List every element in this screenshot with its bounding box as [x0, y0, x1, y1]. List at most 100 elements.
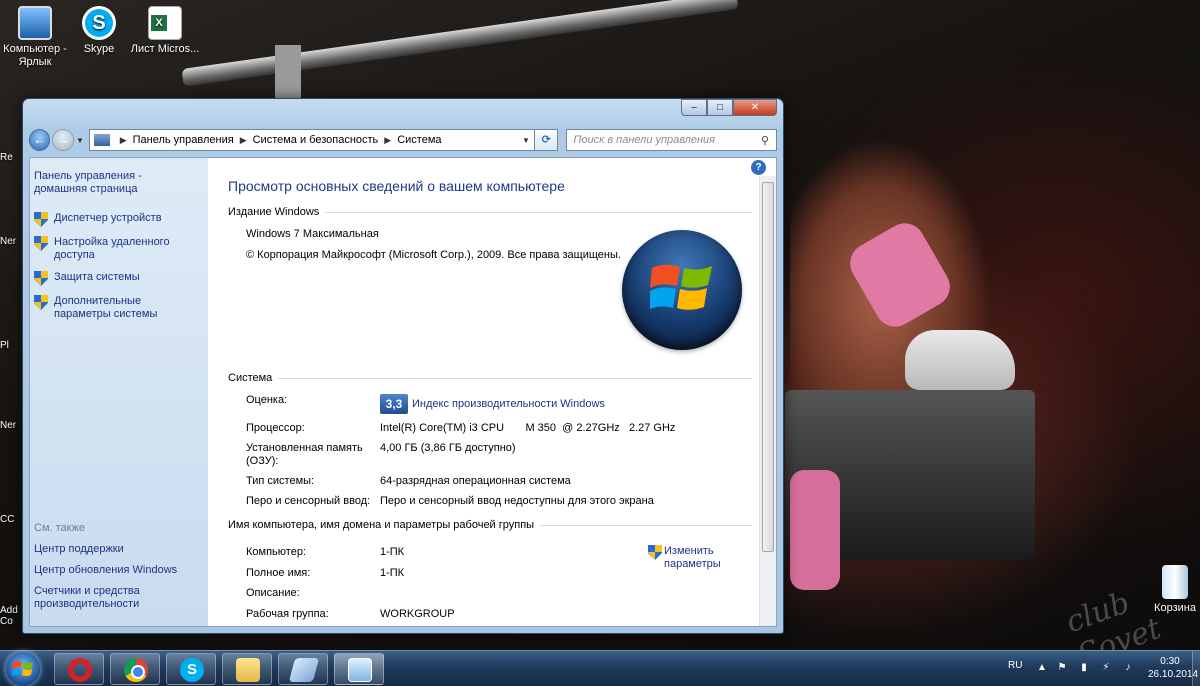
- sidebar-item-system-protection[interactable]: Защита системы: [34, 271, 198, 286]
- sidebar-home-link[interactable]: Панель управления - домашняя страница: [34, 170, 174, 196]
- taskbar-control-panel[interactable]: [334, 653, 384, 685]
- sidebar-item-label[interactable]: Дополнительные параметры системы: [54, 295, 198, 321]
- rating-label: Оценка:: [246, 394, 288, 406]
- wallpaper-shoe: [905, 330, 1015, 390]
- taskbar-chrome[interactable]: [110, 653, 160, 685]
- search-icon[interactable]: ⚲: [754, 134, 776, 147]
- see-also-title: См. также: [34, 522, 85, 534]
- recent-pages-dropdown[interactable]: ▼: [76, 136, 86, 145]
- desktop-icon-excel[interactable]: X Лист Micros...: [130, 6, 200, 56]
- cpu-value: Intel(R) Core(TM) i3 CPU M 350 @ 2.27GHz…: [380, 422, 676, 434]
- back-button[interactable]: ←: [29, 129, 51, 151]
- taskbar-explorer[interactable]: [222, 653, 272, 685]
- see-also-action-center[interactable]: Центр поддержки: [34, 543, 177, 556]
- computer-label: Компьютер:: [246, 546, 306, 558]
- scrollbar-thumb[interactable]: [762, 182, 774, 552]
- folder-icon: [236, 658, 260, 682]
- chrome-icon: [124, 658, 148, 682]
- ram-label: Установленная память (ОЗУ):: [246, 442, 363, 467]
- show-hidden-icons-chevron-up-icon[interactable]: ▲: [1036, 662, 1048, 674]
- control-panel-icon: [348, 658, 372, 682]
- sidebar: Панель управления - домашняя страница Ди…: [30, 158, 208, 626]
- skype-icon: S: [180, 658, 204, 682]
- close-button[interactable]: ✕: [733, 99, 777, 116]
- clock-date: 26.10.2014: [1148, 669, 1199, 680]
- uac-shield-icon: [34, 271, 48, 286]
- search-input[interactable]: Поиск в панели управления ⚲: [566, 129, 777, 151]
- clock-time: 0:30: [1160, 656, 1180, 667]
- action-center-flag-icon[interactable]: ⚑: [1056, 662, 1068, 674]
- main-panel: ? Просмотр основных сведений о вашем ком…: [208, 158, 776, 626]
- power-plug-icon[interactable]: ⚡: [1100, 662, 1112, 674]
- taskbar: S RU ▲ ⚑ ▮ ⚡ ♪ 0:30 26.10.2014: [0, 650, 1200, 686]
- chevron-right-icon[interactable]: ▶: [120, 135, 127, 146]
- edition-name: Windows 7 Максимальная: [246, 228, 379, 240]
- cpu-label: Процессор:: [246, 422, 305, 434]
- desktop-icon-skype[interactable]: S Skype: [64, 6, 134, 56]
- maximize-button[interactable]: □: [707, 99, 733, 116]
- desktop-icon-label: Компьютер - Ярлык: [3, 43, 67, 68]
- sidebar-item-remote-settings[interactable]: Настройка удаленного доступа: [34, 236, 198, 262]
- sidebar-item-label[interactable]: Настройка удаленного доступа: [54, 236, 174, 262]
- windows-logo-icon: [622, 230, 742, 350]
- uac-shield-icon: [34, 295, 48, 310]
- recycle-bin-icon: [1162, 565, 1188, 599]
- section-header-label: Издание Windows: [228, 206, 320, 218]
- desktop-icon-label: Корзина: [1154, 602, 1196, 614]
- see-also-windows-update[interactable]: Центр обновления Windows: [34, 564, 177, 577]
- sidebar-item-advanced-settings[interactable]: Дополнительные параметры системы: [34, 295, 198, 321]
- show-desktop-button[interactable]: [1192, 651, 1200, 686]
- chevron-right-icon[interactable]: ▶: [240, 135, 247, 146]
- section-header-label: Система: [228, 372, 273, 384]
- chevron-down-icon[interactable]: ▼: [518, 136, 534, 145]
- chevron-right-icon[interactable]: ▶: [384, 135, 391, 146]
- search-placeholder: Поиск в панели управления: [573, 134, 716, 146]
- full-name-value: 1-ПК: [380, 567, 405, 579]
- start-button[interactable]: [6, 652, 40, 686]
- control-panel-icon: [93, 134, 110, 146]
- pen-touch-label: Перо и сенсорный ввод:: [246, 495, 371, 507]
- performance-score-badge[interactable]: 3,3: [380, 394, 408, 414]
- volume-muted-icon[interactable]: ♪: [1122, 662, 1134, 674]
- see-also-section: См. также Центр поддержки Центр обновлен…: [34, 522, 177, 619]
- skype-icon: S: [82, 6, 116, 40]
- refresh-button[interactable]: ⟳: [534, 129, 559, 151]
- desktop-icon-computer[interactable]: Компьютер - Ярлык: [0, 6, 70, 69]
- performance-index-link[interactable]: Индекс производительности Windows: [412, 398, 605, 411]
- vertical-scrollbar[interactable]: [759, 176, 776, 626]
- sidebar-item-label[interactable]: Защита системы: [54, 271, 140, 284]
- taskbar-opera[interactable]: [54, 653, 104, 685]
- wallpaper-barbell: [181, 0, 739, 87]
- navigation-bar: ← → ▼ ▶ Панель управления ▶ Система и бе…: [29, 127, 777, 153]
- taskbar-aero-switch[interactable]: [278, 653, 328, 685]
- change-settings-link[interactable]: Изменить параметры: [648, 545, 726, 571]
- language-indicator[interactable]: RU: [1008, 660, 1022, 671]
- minimize-button[interactable]: ‒: [681, 99, 707, 116]
- section-header-edition: Издание Windows: [228, 206, 752, 218]
- wallpaper-rack: [275, 45, 301, 100]
- window-content: Панель управления - домашняя страница Ди…: [29, 157, 777, 627]
- breadcrumb-item[interactable]: Система: [397, 134, 441, 146]
- pen-touch-value: Перо и сенсорный ввод недоступны для это…: [380, 495, 654, 507]
- network-signal-icon[interactable]: ▮: [1078, 662, 1090, 674]
- window-caption-buttons: ‒ □ ✕: [681, 99, 777, 116]
- system-type-value: 64-разрядная операционная система: [380, 475, 571, 487]
- copyright-text: © Корпорация Майкрософт (Microsoft Corp.…: [246, 249, 621, 261]
- breadcrumb-item[interactable]: Система и безопасность: [253, 134, 379, 146]
- computer-value: 1-ПК: [380, 546, 405, 558]
- help-icon[interactable]: ?: [751, 160, 766, 175]
- forward-button[interactable]: →: [52, 129, 74, 151]
- clock[interactable]: 0:30 26.10.2014: [1148, 655, 1199, 681]
- desktop-icon-recycle-bin[interactable]: Корзина: [1140, 565, 1200, 615]
- sidebar-item-device-manager[interactable]: Диспетчер устройств: [34, 212, 198, 227]
- uac-shield-icon: [34, 212, 48, 227]
- see-also-performance-tools[interactable]: Счетчики и средства производительности: [34, 585, 164, 611]
- address-bar[interactable]: ▶ Панель управления ▶ Система и безопасн…: [88, 129, 535, 151]
- sidebar-item-label[interactable]: Диспетчер устройств: [54, 212, 162, 225]
- taskbar-skype[interactable]: S: [166, 653, 216, 685]
- page-title: Просмотр основных сведений о вашем компь…: [228, 178, 565, 194]
- breadcrumb-item[interactable]: Панель управления: [133, 134, 234, 146]
- change-settings-label[interactable]: Изменить параметры: [664, 545, 726, 571]
- section-header-system: Система: [228, 372, 752, 384]
- section-header-label: Имя компьютера, имя домена и параметры р…: [228, 519, 535, 531]
